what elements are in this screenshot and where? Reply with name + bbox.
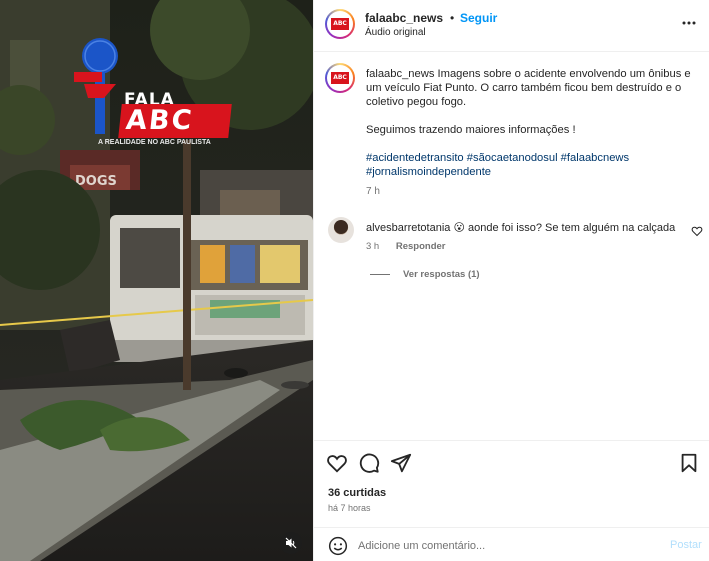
post-actions: 36 curtidas há 7 horas (314, 440, 709, 526)
like-button[interactable] (326, 452, 348, 474)
emoji-button[interactable] (328, 536, 348, 556)
view-replies-button[interactable]: Ver respostas (1) (370, 269, 480, 280)
comment-time[interactable]: 3 h (366, 241, 379, 252)
more-options-button[interactable] (680, 14, 698, 32)
comment-like-button[interactable] (691, 225, 703, 237)
paper-plane-icon (390, 453, 412, 473)
follow-button[interactable]: Seguir (460, 11, 497, 25)
comment-emoji: 😮 (453, 222, 465, 234)
logo-abc-text: ABC (118, 104, 232, 138)
post-header: ABC falaabc_news • Seguir Áudio original (314, 0, 709, 52)
comment-meta: 3 h Responder (366, 241, 459, 252)
audio-label[interactable]: Áudio original (365, 27, 426, 38)
post-side-panel: ABC falaabc_news • Seguir Áudio original… (313, 0, 709, 561)
speaker-muted-icon (285, 537, 297, 549)
author-avatar[interactable]: ABC (325, 9, 355, 39)
comment-input[interactable] (358, 537, 658, 555)
more-dots-icon (682, 21, 696, 25)
hashtags-line-1[interactable]: #acidentedetransito #sãocaetanodosul #fa… (366, 151, 698, 165)
author-username[interactable]: falaabc_news (365, 11, 443, 25)
view-replies-label[interactable]: Ver respostas (1) (403, 269, 480, 280)
smiley-icon (328, 536, 348, 556)
replies-divider-line (370, 274, 390, 275)
mute-button[interactable] (280, 532, 302, 554)
commenter-username[interactable]: alvesbarretotania (366, 222, 450, 234)
commenter-avatar[interactable] (328, 217, 354, 243)
post-timestamp[interactable]: há 7 horas (328, 503, 371, 513)
caption-time[interactable]: 7 h (366, 185, 698, 199)
comment-body: aonde foi isso? Se tem alguém na calçada (467, 222, 676, 234)
post-comment-button[interactable]: Postar (670, 539, 702, 551)
reply-button[interactable]: Responder (396, 241, 446, 252)
fala-abc-logo: FALA ABC A REALIDADE NO ABC PAULISTA (74, 36, 234, 156)
caption-author-avatar[interactable]: ABC (325, 63, 355, 93)
logo-tagline: A REALIDADE NO ABC PAULISTA (98, 139, 211, 146)
share-button[interactable] (390, 452, 412, 474)
post-caption: falaabc_news Imagens sobre o acidente en… (366, 67, 698, 199)
heart-icon (327, 455, 347, 473)
comment-bubble-icon (359, 453, 380, 473)
caption-username[interactable]: falaabc_news (366, 68, 434, 80)
hashtags-line-2[interactable]: #jornalismoindependente (366, 165, 698, 179)
caption-followup: Seguimos trazendo maiores informações ! (366, 124, 576, 136)
likes-count[interactable]: 36 curtidas (328, 487, 386, 499)
header-separator: • (450, 11, 455, 25)
bookmark-icon (681, 453, 697, 473)
brand-mini-logo: ABC (331, 18, 349, 30)
brand-mini-logo: ABC (331, 72, 349, 84)
comment-button[interactable] (358, 452, 380, 474)
save-button[interactable] (678, 452, 700, 474)
instagram-post-dialog: DOGS FALA ABC A REALIDADE NO ABC PAULIST… (0, 0, 709, 561)
comment-text-row: alvesbarretotania 😮 aonde foi isso? Se t… (366, 221, 676, 234)
caption-hashtags[interactable]: #acidentedetransito #sãocaetanodosul #fa… (366, 151, 698, 179)
comment-composer: Postar (314, 527, 709, 561)
heart-outline-icon (691, 226, 703, 237)
post-video[interactable]: DOGS FALA ABC A REALIDADE NO ABC PAULIST… (0, 0, 313, 561)
